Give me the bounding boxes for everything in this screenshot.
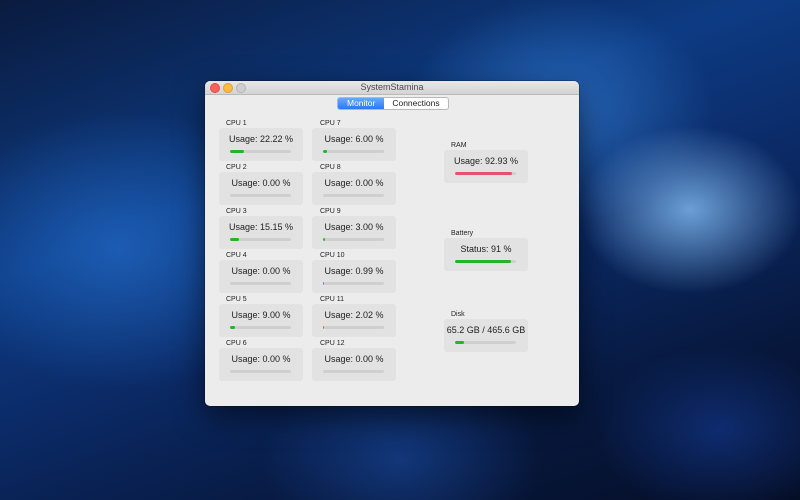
cpu-usage-bar xyxy=(230,326,291,329)
cpu-usage-text: Usage: 6.00 % xyxy=(324,134,384,144)
cpu-panel: Usage: 15.15 % xyxy=(219,216,303,249)
cpu-label: CPU 3 xyxy=(226,208,247,215)
ram-usage-bar xyxy=(455,172,516,175)
cpu-panel: Usage: 0.00 % xyxy=(312,348,396,381)
cpu-usage-text: Usage: 0.00 % xyxy=(324,178,384,188)
cpu-label: CPU 12 xyxy=(320,340,345,347)
bar-fill xyxy=(323,282,324,285)
cpu-label: CPU 2 xyxy=(226,164,247,171)
bar-fill xyxy=(230,326,236,329)
cpu-panel: Usage: 3.00 % xyxy=(312,216,396,249)
cpu-usage-bar xyxy=(323,282,384,285)
cpu-panel: Usage: 0.00 % xyxy=(219,348,303,381)
cpu-usage-bar xyxy=(323,238,384,241)
cpu-usage-text: Usage: 0.00 % xyxy=(231,354,291,364)
bar-fill xyxy=(455,260,511,263)
bar-fill xyxy=(230,238,240,241)
cpu-usage-bar xyxy=(230,238,291,241)
disk-usage-bar xyxy=(455,341,516,344)
battery-panel: Status: 91 % xyxy=(444,238,528,271)
battery-level-bar xyxy=(455,260,516,263)
bar-fill xyxy=(455,172,512,175)
cpu-usage-text: Usage: 0.99 % xyxy=(324,266,384,276)
cpu-panel: Usage: 0.00 % xyxy=(312,172,396,205)
cpu-usage-text: Usage: 0.00 % xyxy=(324,354,384,364)
bar-fill xyxy=(323,150,327,153)
cpu-label: CPU 10 xyxy=(320,252,345,259)
cpu-usage-text: Usage: 3.00 % xyxy=(324,222,384,232)
app-window: SystemStamina Monitor Connections CPU 1 … xyxy=(205,81,579,406)
cpu-label: CPU 8 xyxy=(320,164,341,171)
cpu-panel: Usage: 2.02 % xyxy=(312,304,396,337)
cpu-label: CPU 9 xyxy=(320,208,341,215)
cpu-panel: Usage: 9.00 % xyxy=(219,304,303,337)
cpu-panel: Usage: 22.22 % xyxy=(219,128,303,161)
cpu-usage-text: Usage: 15.15 % xyxy=(228,222,294,232)
cpu-usage-bar xyxy=(230,150,291,153)
cpu-label: CPU 7 xyxy=(320,120,341,127)
cpu-usage-text: Usage: 22.22 % xyxy=(228,134,294,144)
cpu-label: CPU 11 xyxy=(320,296,344,303)
cpu-usage-text: Usage: 2.02 % xyxy=(324,310,384,320)
ram-panel: Usage: 92.93 % xyxy=(444,150,528,183)
battery-status-text: Status: 91 % xyxy=(460,244,512,254)
disk-usage-text: 65.2 GB / 465.6 GB xyxy=(446,325,526,335)
cpu-usage-text: Usage: 0.00 % xyxy=(231,178,291,188)
cpu-usage-bar xyxy=(323,194,384,197)
window-title: SystemStamina xyxy=(360,82,424,92)
cpu-panel: Usage: 0.00 % xyxy=(219,260,303,293)
cpu-panel: Usage: 6.00 % xyxy=(312,128,396,161)
cpu-usage-bar xyxy=(230,370,291,373)
bar-fill xyxy=(323,326,325,329)
bar-fill xyxy=(230,150,244,153)
disk-panel: 65.2 GB / 465.6 GB xyxy=(444,319,528,352)
cpu-panel: Usage: 0.00 % xyxy=(219,172,303,205)
cpu-usage-text: Usage: 0.00 % xyxy=(231,266,291,276)
disk-label: Disk xyxy=(451,311,465,318)
bar-fill xyxy=(455,341,464,344)
cpu-label: CPU 4 xyxy=(226,252,247,259)
tab-control: Monitor Connections xyxy=(337,97,449,110)
cpu-usage-bar xyxy=(323,150,384,153)
ram-usage-text: Usage: 92.93 % xyxy=(453,156,519,166)
cpu-label: CPU 1 xyxy=(226,120,247,127)
title-bar: SystemStamina xyxy=(205,81,579,95)
ram-label: RAM xyxy=(451,142,467,149)
cpu-usage-bar xyxy=(230,282,291,285)
cpu-usage-bar xyxy=(230,194,291,197)
tab-connections[interactable]: Connections xyxy=(384,98,447,109)
cpu-label: CPU 5 xyxy=(226,296,247,303)
cpu-usage-text: Usage: 9.00 % xyxy=(231,310,291,320)
cpu-usage-bar xyxy=(323,370,384,373)
cpu-label: CPU 6 xyxy=(226,340,247,347)
bar-fill xyxy=(323,238,325,241)
cpu-usage-bar xyxy=(323,326,384,329)
battery-label: Battery xyxy=(451,230,474,237)
tab-monitor[interactable]: Monitor xyxy=(338,98,385,109)
cpu-panel: Usage: 0.99 % xyxy=(312,260,396,293)
